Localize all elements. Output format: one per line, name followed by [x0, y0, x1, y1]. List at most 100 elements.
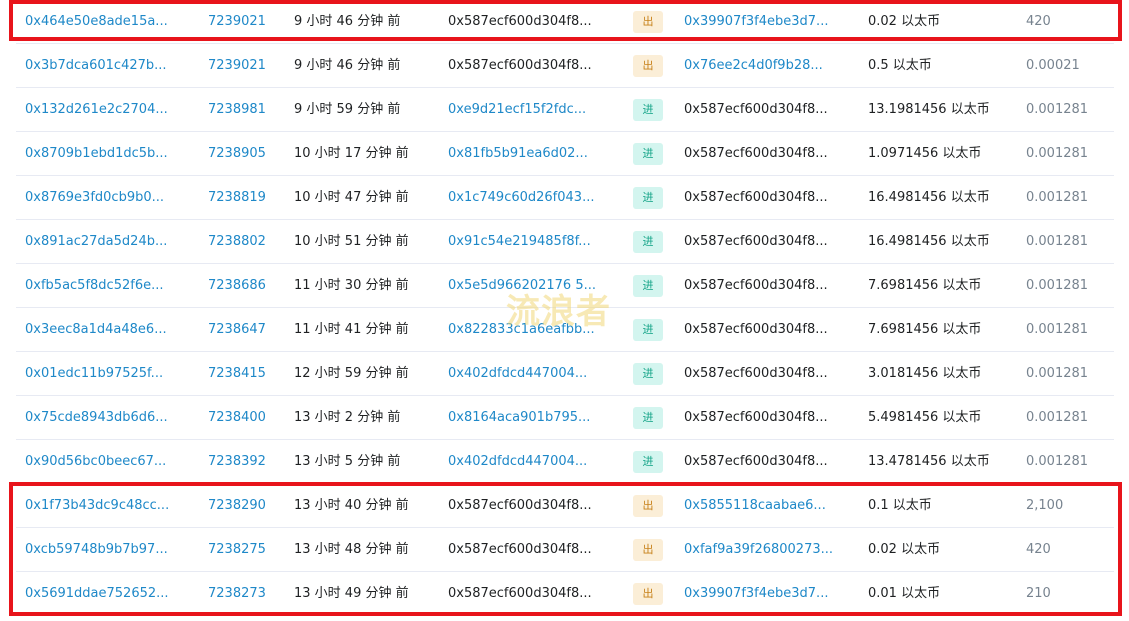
txn-fee: 0.00021 — [1026, 58, 1080, 73]
from-address-link[interactable]: 0x5e5d966202176 5... — [448, 264, 598, 308]
to-address: 0x587ecf600d304f8... — [684, 146, 828, 161]
txn-fee: 0.001281 — [1026, 322, 1089, 337]
direction-cell: 出 — [633, 528, 663, 572]
txn-value: 0.5 以太币 — [868, 58, 932, 73]
block-number-link[interactable]: 7239021 — [208, 0, 278, 44]
transactions-table: 0x464e50e8ade15a... 7239021 9 小时 46 分钟 前 0x… — [16, 0, 1114, 616]
txn-fee: 0.001281 — [1026, 454, 1089, 469]
direction-in-badge: 进 — [633, 186, 663, 209]
table-row: 0x464e50e8ade15a... 7239021 9 小时 46 分钟 前 0x… — [16, 0, 1114, 44]
txn-age: 10 小时 17 分钟 前 — [294, 146, 409, 161]
direction-cell: 进 — [633, 176, 663, 220]
from-address-link[interactable]: 0x1c749c60d26f043... — [448, 176, 598, 220]
block-number-link[interactable]: 7238905 — [208, 132, 278, 176]
direction-cell: 进 — [633, 440, 663, 484]
txn-age: 9 小时 46 分钟 前 — [294, 14, 401, 29]
table-row: 0xcb59748b9b7b97... 7238275 13 小时 48 分钟 前 0… — [16, 528, 1114, 572]
table-row: 0x90d56bc0beec67... 7238392 13 小时 5 分钟 前 0x… — [16, 440, 1114, 484]
from-address-link[interactable]: 0xe9d21ecf15f2fdc... — [448, 88, 598, 132]
to-address: 0x587ecf600d304f8... — [684, 190, 828, 205]
table-row: 0x3b7dca601c427b... 7239021 9 小时 46 分钟 前 0x… — [16, 44, 1114, 88]
block-number-link[interactable]: 7238647 — [208, 308, 278, 352]
txn-fee: 420 — [1026, 542, 1051, 557]
txn-value: 5.4981456 以太币 — [868, 410, 982, 425]
txn-age: 13 小时 5 分钟 前 — [294, 454, 401, 469]
txn-hash-link[interactable]: 0x3eec8a1d4a48e6... — [25, 308, 175, 352]
to-address: 0x587ecf600d304f8... — [684, 410, 828, 425]
to-address-link[interactable]: 0x39907f3f4ebe3d7... — [684, 0, 834, 44]
txn-age: 9 小时 59 分钟 前 — [294, 102, 401, 117]
from-address: 0x587ecf600d304f8... — [448, 498, 592, 513]
txn-hash-link[interactable]: 0xcb59748b9b7b97... — [25, 528, 175, 572]
txn-fee: 420 — [1026, 14, 1051, 29]
txn-value: 16.4981456 以太币 — [868, 190, 990, 205]
block-number-link[interactable]: 7238981 — [208, 88, 278, 132]
direction-cell: 进 — [633, 352, 663, 396]
txn-fee: 0.001281 — [1026, 278, 1089, 293]
direction-cell: 进 — [633, 220, 663, 264]
block-number-link[interactable]: 7238819 — [208, 176, 278, 220]
from-address-link[interactable]: 0x91c54e219485f8f... — [448, 220, 598, 264]
direction-in-badge: 进 — [633, 142, 663, 165]
block-number-link[interactable]: 7238290 — [208, 484, 278, 528]
block-number-link[interactable]: 7239021 — [208, 44, 278, 88]
txn-fee: 0.001281 — [1026, 102, 1089, 117]
txn-hash-link[interactable]: 0x90d56bc0beec67... — [25, 440, 175, 484]
direction-cell: 进 — [633, 308, 663, 352]
txn-age: 10 小时 47 分钟 前 — [294, 190, 409, 205]
from-address-link[interactable]: 0x822833c1a6eafbb... — [448, 308, 598, 352]
txn-value: 0.01 以太币 — [868, 586, 941, 601]
txn-fee: 2,100 — [1026, 498, 1064, 513]
txn-age: 11 小时 41 分钟 前 — [294, 322, 409, 337]
txn-age: 13 小时 48 分钟 前 — [294, 542, 409, 557]
table-row: 0x1f73b43dc9c48cc... 7238290 13 小时 40 分钟 前… — [16, 484, 1114, 528]
from-address-link[interactable]: 0x8164aca901b795... — [448, 396, 598, 440]
from-address-link[interactable]: 0x402dfdcd447004... — [448, 440, 598, 484]
txn-age: 12 小时 59 分钟 前 — [294, 366, 409, 381]
txn-hash-link[interactable]: 0x75cde8943db6d6... — [25, 396, 175, 440]
direction-cell: 进 — [633, 132, 663, 176]
txn-value: 7.6981456 以太币 — [868, 278, 982, 293]
from-address-link[interactable]: 0x402dfdcd447004... — [448, 352, 598, 396]
txn-age: 13 小时 40 分钟 前 — [294, 498, 409, 513]
block-number-link[interactable]: 7238802 — [208, 220, 278, 264]
txn-hash-link[interactable]: 0xfb5ac5f8dc52f6e... — [25, 264, 175, 308]
direction-in-badge: 进 — [633, 318, 663, 341]
from-address: 0x587ecf600d304f8... — [448, 14, 592, 29]
txn-hash-link[interactable]: 0x01edc11b97525f... — [25, 352, 175, 396]
direction-out-badge: 出 — [633, 10, 663, 33]
direction-in-badge: 进 — [633, 274, 663, 297]
to-address-link[interactable]: 0x39907f3f4ebe3d7... — [684, 572, 834, 616]
from-address-link[interactable]: 0x81fb5b91ea6d02... — [448, 132, 598, 176]
txn-value: 13.4781456 以太币 — [868, 454, 990, 469]
to-address: 0x587ecf600d304f8... — [684, 278, 828, 293]
to-address-link[interactable]: 0x76ee2c4d0f9b28... — [684, 44, 834, 88]
table-row: 0x891ac27da5d24b... 7238802 10 小时 51 分钟 前 0… — [16, 220, 1114, 264]
txn-hash-link[interactable]: 0x132d261e2c2704... — [25, 88, 175, 132]
table-row: 0x3eec8a1d4a48e6... 7238647 11 小时 41 分钟 前 0… — [16, 308, 1114, 352]
txn-age: 13 小时 49 分钟 前 — [294, 586, 409, 601]
txn-fee: 210 — [1026, 586, 1051, 601]
txn-hash-link[interactable]: 0x5691ddae752652... — [25, 572, 175, 616]
block-number-link[interactable]: 7238273 — [208, 572, 278, 616]
block-number-link[interactable]: 7238415 — [208, 352, 278, 396]
txn-value: 1.0971456 以太币 — [868, 146, 982, 161]
txn-hash-link[interactable]: 0x1f73b43dc9c48cc... — [25, 484, 175, 528]
block-number-link[interactable]: 7238392 — [208, 440, 278, 484]
txn-hash-link[interactable]: 0x464e50e8ade15a... — [25, 0, 175, 44]
txn-hash-link[interactable]: 0x8709b1ebd1dc5b... — [25, 132, 175, 176]
direction-in-badge: 进 — [633, 362, 663, 385]
to-address: 0x587ecf600d304f8... — [684, 454, 828, 469]
block-number-link[interactable]: 7238400 — [208, 396, 278, 440]
to-address-link[interactable]: 0xfaf9a39f26800273... — [684, 528, 834, 572]
table-row: 0x8709b1ebd1dc5b... 7238905 10 小时 17 分钟 前 0… — [16, 132, 1114, 176]
block-number-link[interactable]: 7238686 — [208, 264, 278, 308]
txn-age: 10 小时 51 分钟 前 — [294, 234, 409, 249]
txn-hash-link[interactable]: 0x8769e3fd0cb9b0... — [25, 176, 175, 220]
txn-age: 9 小时 46 分钟 前 — [294, 58, 401, 73]
txn-value: 16.4981456 以太币 — [868, 234, 990, 249]
txn-hash-link[interactable]: 0x3b7dca601c427b... — [25, 44, 175, 88]
to-address-link[interactable]: 0x5855118caabae6... — [684, 484, 834, 528]
block-number-link[interactable]: 7238275 — [208, 528, 278, 572]
txn-hash-link[interactable]: 0x891ac27da5d24b... — [25, 220, 175, 264]
